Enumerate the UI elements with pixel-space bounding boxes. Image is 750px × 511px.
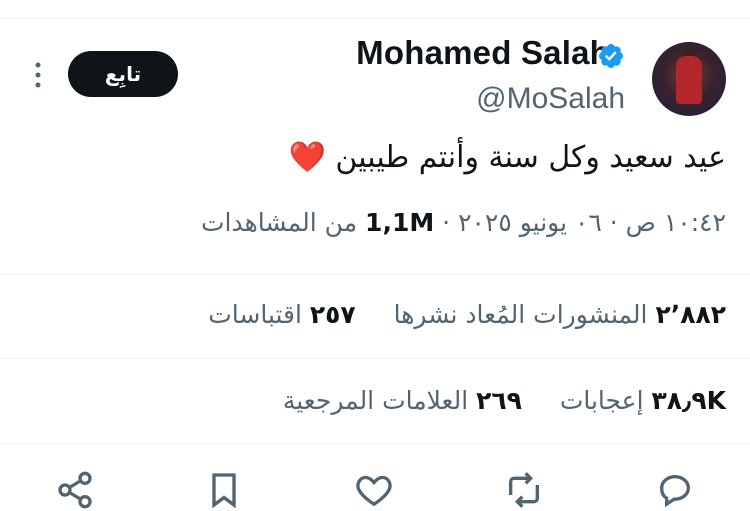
quotes-count: ٢٥٧	[309, 300, 356, 329]
views-label: من المشاهدات	[201, 208, 358, 237]
verified-badge-icon	[599, 44, 623, 68]
reply-icon[interactable]	[655, 470, 695, 510]
follow-button[interactable]: تابِع	[68, 51, 178, 97]
more-vertical-icon[interactable]	[30, 60, 46, 90]
share-icon[interactable]	[55, 470, 95, 510]
tweet-timestamp[interactable]: ١٠:٤٢ ص · ٠٦ يونيو ٢٠٢٥ ·	[442, 208, 726, 237]
user-handle[interactable]: @MoSalah	[476, 82, 625, 116]
likes-label: إعجابات	[559, 386, 644, 415]
top-divider	[0, 18, 750, 19]
quotes-label: اقتباسات	[208, 300, 302, 329]
tweet-text: عيد سعيد وكل سنة وأنتم طيبين ❤️	[288, 140, 726, 175]
divider	[0, 358, 750, 359]
avatar-figure	[676, 56, 702, 104]
repost-quote-stats: ٢٬٨٨٢ المنشورات المُعاد نشرها ٢٥٧ اقتباس…	[208, 300, 726, 329]
heart-emoji: ❤️	[288, 140, 326, 175]
views-count: 1,1M	[365, 208, 435, 237]
like-icon[interactable]	[354, 470, 394, 510]
bookmark-icon[interactable]	[204, 470, 244, 510]
quotes-stat[interactable]: ٢٥٧ اقتباسات	[208, 300, 355, 329]
tweet-meta: ١٠:٤٢ ص · ٠٦ يونيو ٢٠٢٥ · 1,1M من المشاه…	[201, 208, 726, 237]
reposts-stat[interactable]: ٢٬٨٨٢ المنشورات المُعاد نشرها	[386, 300, 726, 329]
divider	[0, 274, 750, 275]
reposts-count: ٢٬٨٨٢	[655, 300, 726, 329]
avatar[interactable]	[652, 42, 726, 116]
bookmarks-label: العلامات المرجعية	[282, 386, 469, 415]
display-name[interactable]: Mohamed Salah	[356, 34, 610, 72]
divider	[0, 443, 750, 444]
bookmarks-stat[interactable]: ٢٦٩ العلامات المرجعية	[283, 386, 522, 415]
reposts-label: المنشورات المُعاد نشرها	[393, 300, 648, 329]
likes-count: ٣٨٫٩K	[651, 386, 727, 415]
tweet-body: عيد سعيد وكل سنة وأنتم طيبين	[335, 140, 726, 175]
like-bookmark-stats: ٣٨٫٩K إعجابات ٢٦٩ العلامات المرجعية	[283, 386, 726, 415]
likes-stat[interactable]: ٣٨٫٩K إعجابات	[552, 386, 726, 415]
bookmarks-count: ٢٦٩	[476, 386, 522, 415]
repost-icon[interactable]	[504, 470, 544, 510]
